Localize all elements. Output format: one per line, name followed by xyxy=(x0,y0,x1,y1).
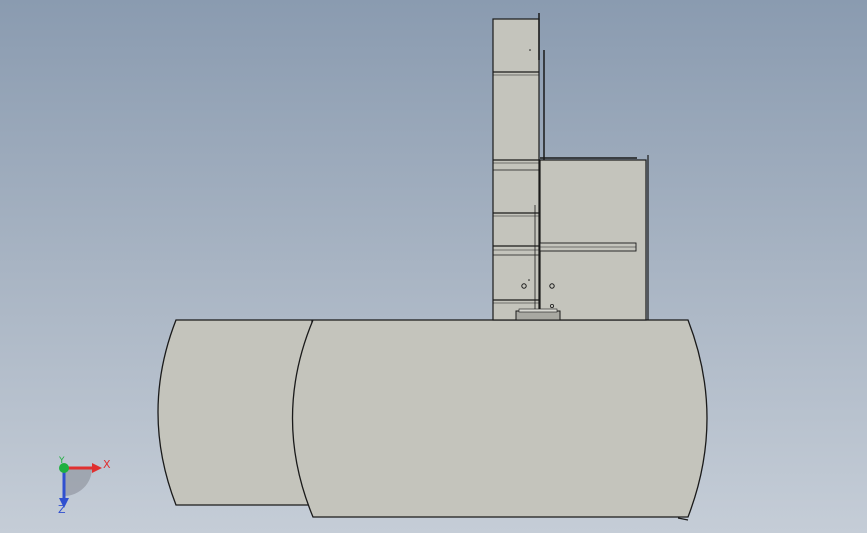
base-bracket-cap xyxy=(518,308,558,313)
cad-model[interactable] xyxy=(0,0,867,533)
base-bracket[interactable] xyxy=(515,310,561,321)
side-cabinet[interactable] xyxy=(539,159,647,321)
front-drum[interactable] xyxy=(291,319,708,518)
rear-drum[interactable] xyxy=(157,319,313,506)
y-axis-label: Y xyxy=(59,456,65,466)
tall-frame[interactable] xyxy=(492,18,540,321)
triad-shading xyxy=(64,468,92,496)
x-axis-arrow xyxy=(92,463,102,473)
z-axis-label: Z xyxy=(58,503,66,516)
graphics-viewport[interactable]: X Y Z xyxy=(0,0,867,533)
drum-bottom-shadow xyxy=(677,517,689,521)
x-axis-label: X xyxy=(103,458,111,471)
mark-dot-2 xyxy=(529,49,531,51)
mark-dot-1 xyxy=(528,279,530,281)
coordinate-triad: X Y Z xyxy=(44,452,124,522)
